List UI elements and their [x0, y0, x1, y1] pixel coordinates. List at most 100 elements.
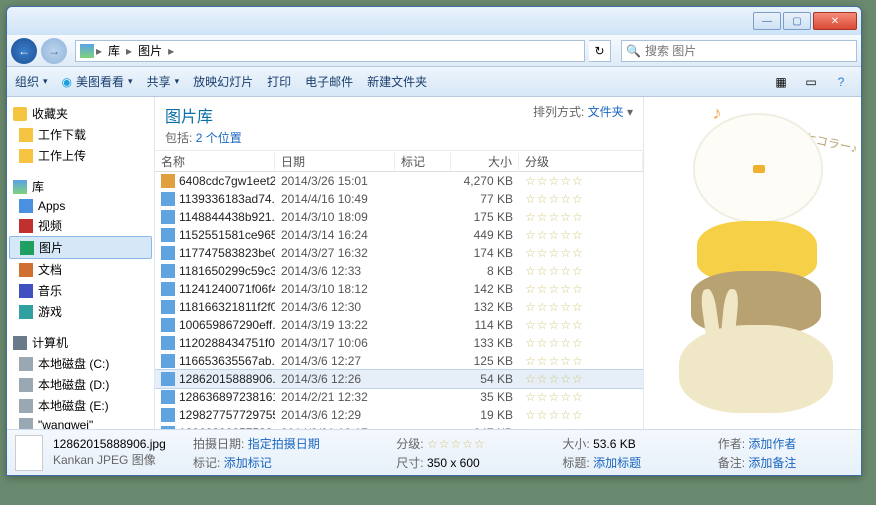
file-icon	[161, 210, 175, 224]
table-row[interactable]: 1152551581ce965...2014/3/14 16:24449 KB☆…	[155, 226, 643, 244]
details-tags[interactable]: 添加标记	[224, 456, 272, 470]
sidebar-libraries[interactable]: 库	[9, 176, 152, 197]
library-icon	[80, 44, 94, 58]
share-menu[interactable]: 共享▾	[147, 73, 180, 90]
meitu-menu[interactable]: ◉美图看看▾	[62, 73, 133, 90]
file-rating[interactable]: ☆☆☆☆☆	[519, 354, 643, 368]
table-row[interactable]: 6408cdc7gw1eet2...2014/3/26 15:014,270 K…	[155, 172, 643, 190]
sidebar-computer[interactable]: 计算机	[9, 332, 152, 353]
arrange-by-link[interactable]: 文件夹	[588, 105, 624, 119]
table-row[interactable]: 1148844438b921...2014/3/10 18:09175 KB☆☆…	[155, 208, 643, 226]
refresh-button[interactable]: ↻	[589, 40, 611, 62]
view-mode-button[interactable]: ▦	[769, 72, 793, 92]
newfolder-button[interactable]: 新建文件夹	[367, 73, 427, 90]
table-row[interactable]: 116653635567ab...2014/3/6 12:27125 KB☆☆☆…	[155, 352, 643, 370]
table-row[interactable]: 128636897238161.j...2014/2/21 12:3235 KB…	[155, 388, 643, 406]
maximize-button[interactable]: ▢	[783, 12, 811, 30]
details-author[interactable]: 添加作者	[748, 437, 796, 451]
library-icon	[13, 180, 27, 194]
table-row[interactable]: 117747583823be08...2014/3/27 16:32174 KB…	[155, 244, 643, 262]
file-rating[interactable]: ☆☆☆☆☆	[519, 390, 643, 404]
column-header: 名称 日期 标记 大小 分级	[155, 150, 643, 172]
file-rating[interactable]: ☆☆☆☆☆	[519, 210, 643, 224]
file-date: 2014/3/26 15:01	[275, 174, 395, 188]
file-rating[interactable]: ☆☆☆☆☆	[519, 318, 643, 332]
drive-icon	[19, 399, 33, 413]
search-input[interactable]	[645, 44, 852, 58]
table-row[interactable]: 100659867290eff...2014/3/19 13:22114 KB☆…	[155, 316, 643, 334]
table-row[interactable]: 1120288434751f06...2014/3/17 10:06133 KB…	[155, 334, 643, 352]
breadcrumb-segment[interactable]: 库	[104, 42, 124, 59]
back-button[interactable]: ←	[11, 38, 37, 64]
sidebar-item-drive[interactable]: 本地磁盘 (E:)	[9, 395, 152, 416]
file-icon	[161, 408, 175, 422]
sidebar-item-drive[interactable]: "wangwei"	[9, 416, 152, 429]
file-size: 125 KB	[451, 354, 519, 368]
file-icon	[161, 318, 175, 332]
col-rating[interactable]: 分级	[519, 153, 643, 170]
file-rating[interactable]: ☆☆☆☆☆	[519, 372, 643, 386]
file-icon	[161, 246, 175, 260]
table-row[interactable]: 1181650299c59c3...2014/3/6 12:338 KB☆☆☆☆…	[155, 262, 643, 280]
file-size: 142 KB	[451, 282, 519, 296]
details-title[interactable]: 添加标题	[593, 456, 641, 470]
file-date: 2014/3/19 13:22	[275, 318, 395, 332]
file-rating[interactable]: ☆☆☆☆☆	[519, 408, 643, 422]
preview-pane-button[interactable]: ▭	[799, 72, 823, 92]
breadcrumb[interactable]: ▸ 库 ▸ 图片 ▸	[75, 40, 585, 62]
file-icon	[161, 300, 175, 314]
file-icon	[161, 228, 175, 242]
sidebar-item-drive[interactable]: 本地磁盘 (D:)	[9, 374, 152, 395]
table-row[interactable]: 118166321811f2f0...2014/3/6 12:30132 KB☆…	[155, 298, 643, 316]
table-row[interactable]: 1139336183ad74...2014/4/16 10:4977 KB☆☆☆…	[155, 190, 643, 208]
sidebar-item-apps[interactable]: Apps	[9, 197, 152, 215]
sidebar: 收藏夹 工作下载 工作上传 库 Apps 视频 图片 文档 音乐 游戏 计算机 …	[7, 97, 155, 429]
sidebar-item-video[interactable]: 视频	[9, 215, 152, 236]
file-date: 2014/3/6 12:26	[275, 372, 395, 386]
details-remark[interactable]: 添加备注	[748, 456, 796, 470]
sidebar-item[interactable]: 工作下载	[9, 124, 152, 145]
file-rating[interactable]: ☆☆☆☆☆	[519, 300, 643, 314]
minimize-button[interactable]: —	[753, 12, 781, 30]
sidebar-item-pictures[interactable]: 图片	[9, 236, 152, 259]
details-thumbnail	[15, 435, 43, 471]
details-shotdate[interactable]: 指定拍摄日期	[248, 437, 320, 451]
file-name: 128636897238161.j...	[179, 390, 275, 404]
table-row[interactable]: 11241240071f06f4...2014/3/10 18:12142 KB…	[155, 280, 643, 298]
file-name: 1120288434751f06...	[179, 336, 275, 350]
sidebar-favorites[interactable]: 收藏夹	[9, 103, 152, 124]
print-button[interactable]: 打印	[267, 73, 291, 90]
file-rating[interactable]: ☆☆☆☆☆	[519, 174, 643, 188]
sidebar-item-games[interactable]: 游戏	[9, 301, 152, 322]
file-date: 2014/2/21 12:32	[275, 390, 395, 404]
sidebar-item-documents[interactable]: 文档	[9, 259, 152, 280]
email-button[interactable]: 电子邮件	[305, 73, 353, 90]
col-tag[interactable]: 标记	[395, 153, 451, 170]
locations-link[interactable]: 2 个位置	[196, 131, 242, 145]
sidebar-item-music[interactable]: 音乐	[9, 280, 152, 301]
file-rating[interactable]: ☆☆☆☆☆	[519, 246, 643, 260]
file-rating[interactable]: ☆☆☆☆☆	[519, 282, 643, 296]
sidebar-item-drive[interactable]: 本地磁盘 (C:)	[9, 353, 152, 374]
breadcrumb-segment[interactable]: 图片	[134, 42, 166, 59]
table-row[interactable]: 129827757729755...2014/3/6 12:2919 KB☆☆☆…	[155, 406, 643, 424]
explorer-window: — ▢ ✕ ← → ▸ 库 ▸ 图片 ▸ ↻ 🔍 组织▾ ◉美图看看▾ 共享▾ …	[6, 6, 862, 476]
drive-icon	[19, 418, 33, 429]
search-box[interactable]: 🔍	[621, 40, 857, 62]
close-button[interactable]: ✕	[813, 12, 857, 30]
file-rating[interactable]: ☆☆☆☆☆	[519, 264, 643, 278]
col-date[interactable]: 日期	[275, 153, 395, 170]
details-rating[interactable]: ☆☆☆☆☆	[427, 437, 486, 451]
table-row[interactable]: 12862015888906.j...2014/3/6 12:2654 KB☆☆…	[155, 370, 643, 388]
file-rating[interactable]: ☆☆☆☆☆	[519, 336, 643, 350]
slideshow-button[interactable]: 放映幻灯片	[193, 73, 253, 90]
file-list[interactable]: 6408cdc7gw1eet2...2014/3/26 15:014,270 K…	[155, 172, 643, 429]
help-button[interactable]: ?	[829, 72, 853, 92]
forward-button[interactable]: →	[41, 38, 67, 64]
col-name[interactable]: 名称	[155, 153, 275, 170]
sidebar-item[interactable]: 工作上传	[9, 145, 152, 166]
file-rating[interactable]: ☆☆☆☆☆	[519, 192, 643, 206]
col-size[interactable]: 大小	[451, 153, 519, 170]
file-rating[interactable]: ☆☆☆☆☆	[519, 228, 643, 242]
organize-menu[interactable]: 组织▾	[15, 73, 48, 90]
